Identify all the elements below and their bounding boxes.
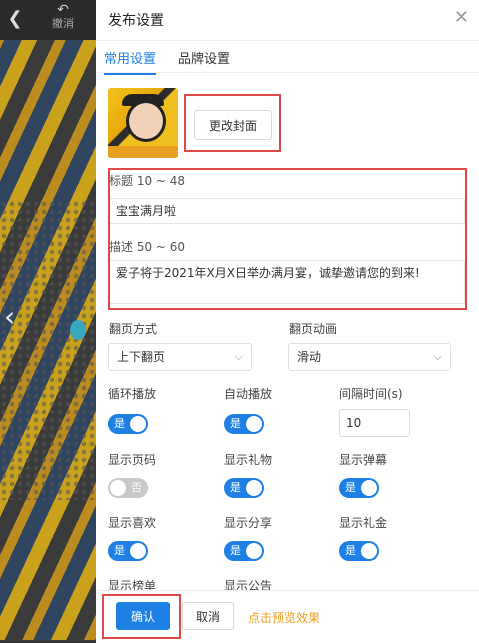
panel-header: 发布设置 ✕ xyxy=(96,0,479,41)
desc-textarea[interactable]: 爱子将于2021年X月X日举办满月宴，诚挚邀请您的到来! xyxy=(109,260,465,304)
page-anim-select[interactable]: 滑动 ⌵ xyxy=(288,343,451,371)
cover-thumbnail xyxy=(108,88,178,158)
gift-toggle-state: 是 xyxy=(230,481,241,494)
tab-common-settings[interactable]: 常用设置 xyxy=(104,48,157,75)
danmaku-toggle[interactable]: 是 xyxy=(339,478,379,498)
gift-label: 显示礼物 xyxy=(224,453,273,467)
page-anim-label: 翻页动画 xyxy=(289,322,338,336)
loop-label: 循环播放 xyxy=(108,387,157,401)
close-icon[interactable]: ✕ xyxy=(454,8,469,28)
money-toggle[interactable]: 是 xyxy=(339,541,379,561)
page-anim-value: 滑动 xyxy=(297,350,322,364)
prev-page-icon[interactable]: ‹ xyxy=(4,300,15,333)
like-label: 显示喜欢 xyxy=(108,516,157,530)
like-toggle-state: 是 xyxy=(114,544,125,557)
page-mode-label: 翻页方式 xyxy=(109,322,158,336)
danmaku-label: 显示弹幕 xyxy=(339,453,388,467)
preview-link[interactable]: 点击预览效果 xyxy=(248,609,320,626)
share-toggle-state: 是 xyxy=(230,544,241,557)
balloon-icon xyxy=(70,320,86,340)
page-mode-select[interactable]: 上下翻页 ⌵ xyxy=(108,343,252,371)
confirm-button[interactable]: 确认 xyxy=(116,602,170,630)
money-label: 显示礼金 xyxy=(339,516,388,530)
title-field-label: 标题 10 ~ 48 xyxy=(109,174,186,188)
share-toggle[interactable]: 是 xyxy=(224,541,264,561)
undo-button[interactable]: ↶ 撤消 xyxy=(46,3,80,37)
autoplay-toggle-state: 是 xyxy=(230,417,241,430)
page-num-label: 显示页码 xyxy=(108,453,157,467)
page-num-toggle[interactable]: 否 xyxy=(108,478,148,498)
loop-toggle[interactable]: 是 xyxy=(108,414,148,434)
cover-band xyxy=(108,146,178,158)
panel-title: 发布设置 xyxy=(108,13,164,29)
editor-background: ‹ ❮ ↶ 撤消 xyxy=(0,0,96,642)
chevron-left-icon[interactable]: ❮ xyxy=(6,9,24,29)
interval-input[interactable]: 10 xyxy=(339,409,410,437)
chevron-down-icon: ⌵ xyxy=(433,350,442,363)
autoplay-toggle[interactable]: 是 xyxy=(224,414,264,434)
settings-tabs: 常用设置 品牌设置 xyxy=(96,40,479,75)
canvas-dots xyxy=(0,200,96,500)
undo-label: 撤消 xyxy=(52,17,74,30)
page-mode-value: 上下翻页 xyxy=(117,350,166,364)
chevron-down-icon: ⌵ xyxy=(234,350,243,363)
interval-label: 间隔时间(s) xyxy=(339,387,403,401)
cover-baby-face xyxy=(126,100,166,142)
publish-settings-panel: 发布设置 ✕ 常用设置 品牌设置 更改封面 标题 10 ~ 48 宝宝满月啦 描… xyxy=(96,0,479,643)
share-label: 显示分享 xyxy=(224,516,273,530)
like-toggle[interactable]: 是 xyxy=(108,541,148,561)
gift-toggle[interactable]: 是 xyxy=(224,478,264,498)
loop-toggle-state: 是 xyxy=(114,417,125,430)
danmaku-toggle-state: 是 xyxy=(345,481,356,494)
cancel-button[interactable]: 取消 xyxy=(182,602,234,630)
autoplay-label: 自动播放 xyxy=(224,387,273,401)
change-cover-button[interactable]: 更改封面 xyxy=(194,110,272,140)
money-toggle-state: 是 xyxy=(345,544,356,557)
page-num-toggle-state: 否 xyxy=(131,481,142,494)
undo-icon: ↶ xyxy=(57,2,69,18)
desc-field-label: 描述 50 ~ 60 xyxy=(109,240,186,254)
title-input[interactable]: 宝宝满月啦 xyxy=(109,198,465,224)
tab-brand-settings[interactable]: 品牌设置 xyxy=(178,48,230,67)
